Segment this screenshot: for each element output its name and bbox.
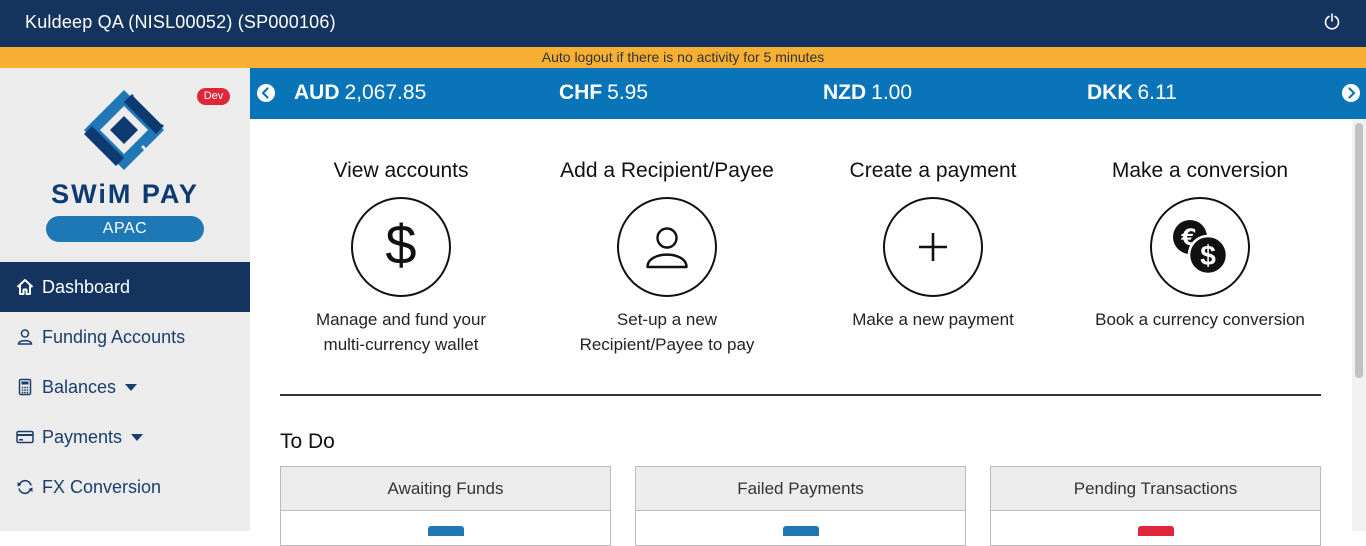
- ticker-value: 6.11: [1137, 81, 1177, 104]
- dollar-icon: $: [385, 217, 416, 276]
- action-make-conversion[interactable]: Make a conversion € $ Book a currency co…: [1067, 159, 1333, 332]
- ticker-currency: CHF: [559, 81, 603, 104]
- ticker-rate: DKK 6.11: [1087, 81, 1177, 105]
- action-description: Book a currency conversion: [1067, 307, 1333, 332]
- ticker-value: 5.95: [607, 81, 649, 104]
- todo-heading: To Do: [280, 430, 335, 453]
- chevron-down-icon: [125, 383, 138, 391]
- action-view-accounts[interactable]: View accounts $ Manage and fund your mul…: [268, 159, 534, 357]
- action-description-line: multi-currency wallet: [323, 335, 479, 354]
- sidebar-item-funding-accounts[interactable]: Funding Accounts: [0, 312, 250, 362]
- person-icon: [646, 227, 688, 269]
- ticker-currency: AUD: [294, 81, 340, 104]
- action-create-payment[interactable]: Create a payment Make a new payment: [800, 159, 1066, 332]
- todo-card-title: Pending Transactions: [991, 467, 1320, 511]
- action-description-line: Manage and fund your: [315, 310, 487, 329]
- environment-badge: Dev: [197, 88, 230, 105]
- user-account-label: Kuldeep QA (NISL00052) (SP000106): [25, 12, 336, 32]
- dashboard-main: View accounts $ Manage and fund your mul…: [250, 119, 1352, 546]
- currency-ticker: AUD 2,067.85 CHF 5.95 NZD 1.00 DKK 6.11: [250, 68, 1366, 119]
- action-description-line: Recipient/Payee to pay: [579, 335, 755, 354]
- action-icon-circle[interactable]: € $: [1150, 197, 1250, 297]
- todo-card-title: Awaiting Funds: [281, 467, 610, 511]
- todo-card-count-badge: [1137, 526, 1174, 536]
- refresh-icon: [16, 478, 34, 496]
- todo-card-count-badge: [427, 526, 464, 536]
- sidebar-item-dashboard[interactable]: Dashboard: [0, 262, 250, 312]
- action-icon-circle[interactable]: [883, 197, 983, 297]
- action-description: Make a new payment: [800, 307, 1066, 332]
- home-icon: [16, 278, 34, 296]
- sidebar-item-label: Balances: [42, 376, 117, 397]
- todo-card-count-badge: [782, 526, 819, 536]
- action-icon-circle[interactable]: [617, 197, 717, 297]
- brand-region: APAC: [46, 216, 204, 242]
- chevron-down-icon: [131, 433, 144, 441]
- action-title: Add a Recipient/Payee: [560, 159, 774, 182]
- action-add-recipient[interactable]: Add a Recipient/Payee Set-up a new Recip…: [534, 159, 800, 357]
- svg-text:$: $: [385, 217, 416, 276]
- sidebar: SWiM PAY APAC Dev Dashboard Funding Acco…: [0, 68, 250, 531]
- sidebar-item-label: Funding Accounts: [42, 326, 186, 347]
- action-title: Make a conversion: [1111, 159, 1289, 182]
- todo-card-pending-transactions[interactable]: Pending Transactions: [990, 466, 1321, 546]
- chevron-left-icon[interactable]: [256, 83, 276, 103]
- action-description: Set-up a new Recipient/Payee to pay: [534, 307, 800, 357]
- user-icon: [16, 328, 34, 346]
- card-icon: [16, 428, 34, 446]
- todo-card-failed-payments[interactable]: Failed Payments: [635, 466, 966, 546]
- ticker-currency: NZD: [823, 81, 867, 104]
- todo-card-title: Failed Payments: [636, 467, 965, 511]
- action-description-line: Make a new payment: [852, 310, 1014, 329]
- ticker-rate: AUD 2,067.85: [294, 81, 426, 105]
- plus-icon: [919, 233, 947, 261]
- swimpay-logo-mark: [84, 90, 165, 170]
- main-scrollbar[interactable]: [1352, 119, 1366, 531]
- sidebar-item-label: Dashboard: [42, 276, 131, 297]
- sidebar-item-label: Payments: [42, 426, 123, 447]
- todo-card-awaiting-funds[interactable]: Awaiting Funds: [280, 466, 611, 546]
- calculator-icon: [16, 378, 34, 396]
- sidebar-item-balances[interactable]: Balances: [0, 362, 250, 412]
- ticker-value: 2,067.85: [344, 81, 427, 104]
- action-title: View accounts: [333, 159, 469, 182]
- scrollbar-thumb[interactable]: [1355, 123, 1363, 378]
- brand-name: SWiM PAY: [51, 179, 199, 209]
- action-description-line: Book a currency conversion: [1095, 310, 1305, 329]
- section-divider: [280, 394, 1321, 396]
- sidebar-item-label: FX Conversion: [42, 476, 162, 497]
- auto-logout-notice: Auto logout if there is no activity for …: [0, 47, 1366, 68]
- power-icon[interactable]: [1324, 13, 1340, 31]
- top-bar: Kuldeep QA (NISL00052) (SP000106): [0, 0, 1366, 47]
- action-title: Create a payment: [849, 159, 1017, 182]
- ticker-value: 1.00: [871, 81, 913, 104]
- action-description: Manage and fund your multi-currency wall…: [268, 307, 534, 357]
- action-icon-circle[interactable]: $: [351, 197, 451, 297]
- sidebar-item-fx-conversion[interactable]: FX Conversion: [0, 462, 250, 512]
- sidebar-nav: Dashboard Funding Accounts Balances Paym…: [0, 262, 250, 512]
- svg-text:$: $: [1200, 240, 1216, 271]
- ticker-currency: DKK: [1087, 81, 1133, 104]
- currency-exchange-icon: € $: [1173, 220, 1229, 276]
- sidebar-item-payments[interactable]: Payments: [0, 412, 250, 462]
- chevron-right-icon[interactable]: [1341, 83, 1361, 103]
- ticker-rate: CHF 5.95: [559, 81, 648, 105]
- action-description-line: Set-up a new: [616, 310, 718, 329]
- ticker-rate: NZD 1.00: [823, 81, 912, 105]
